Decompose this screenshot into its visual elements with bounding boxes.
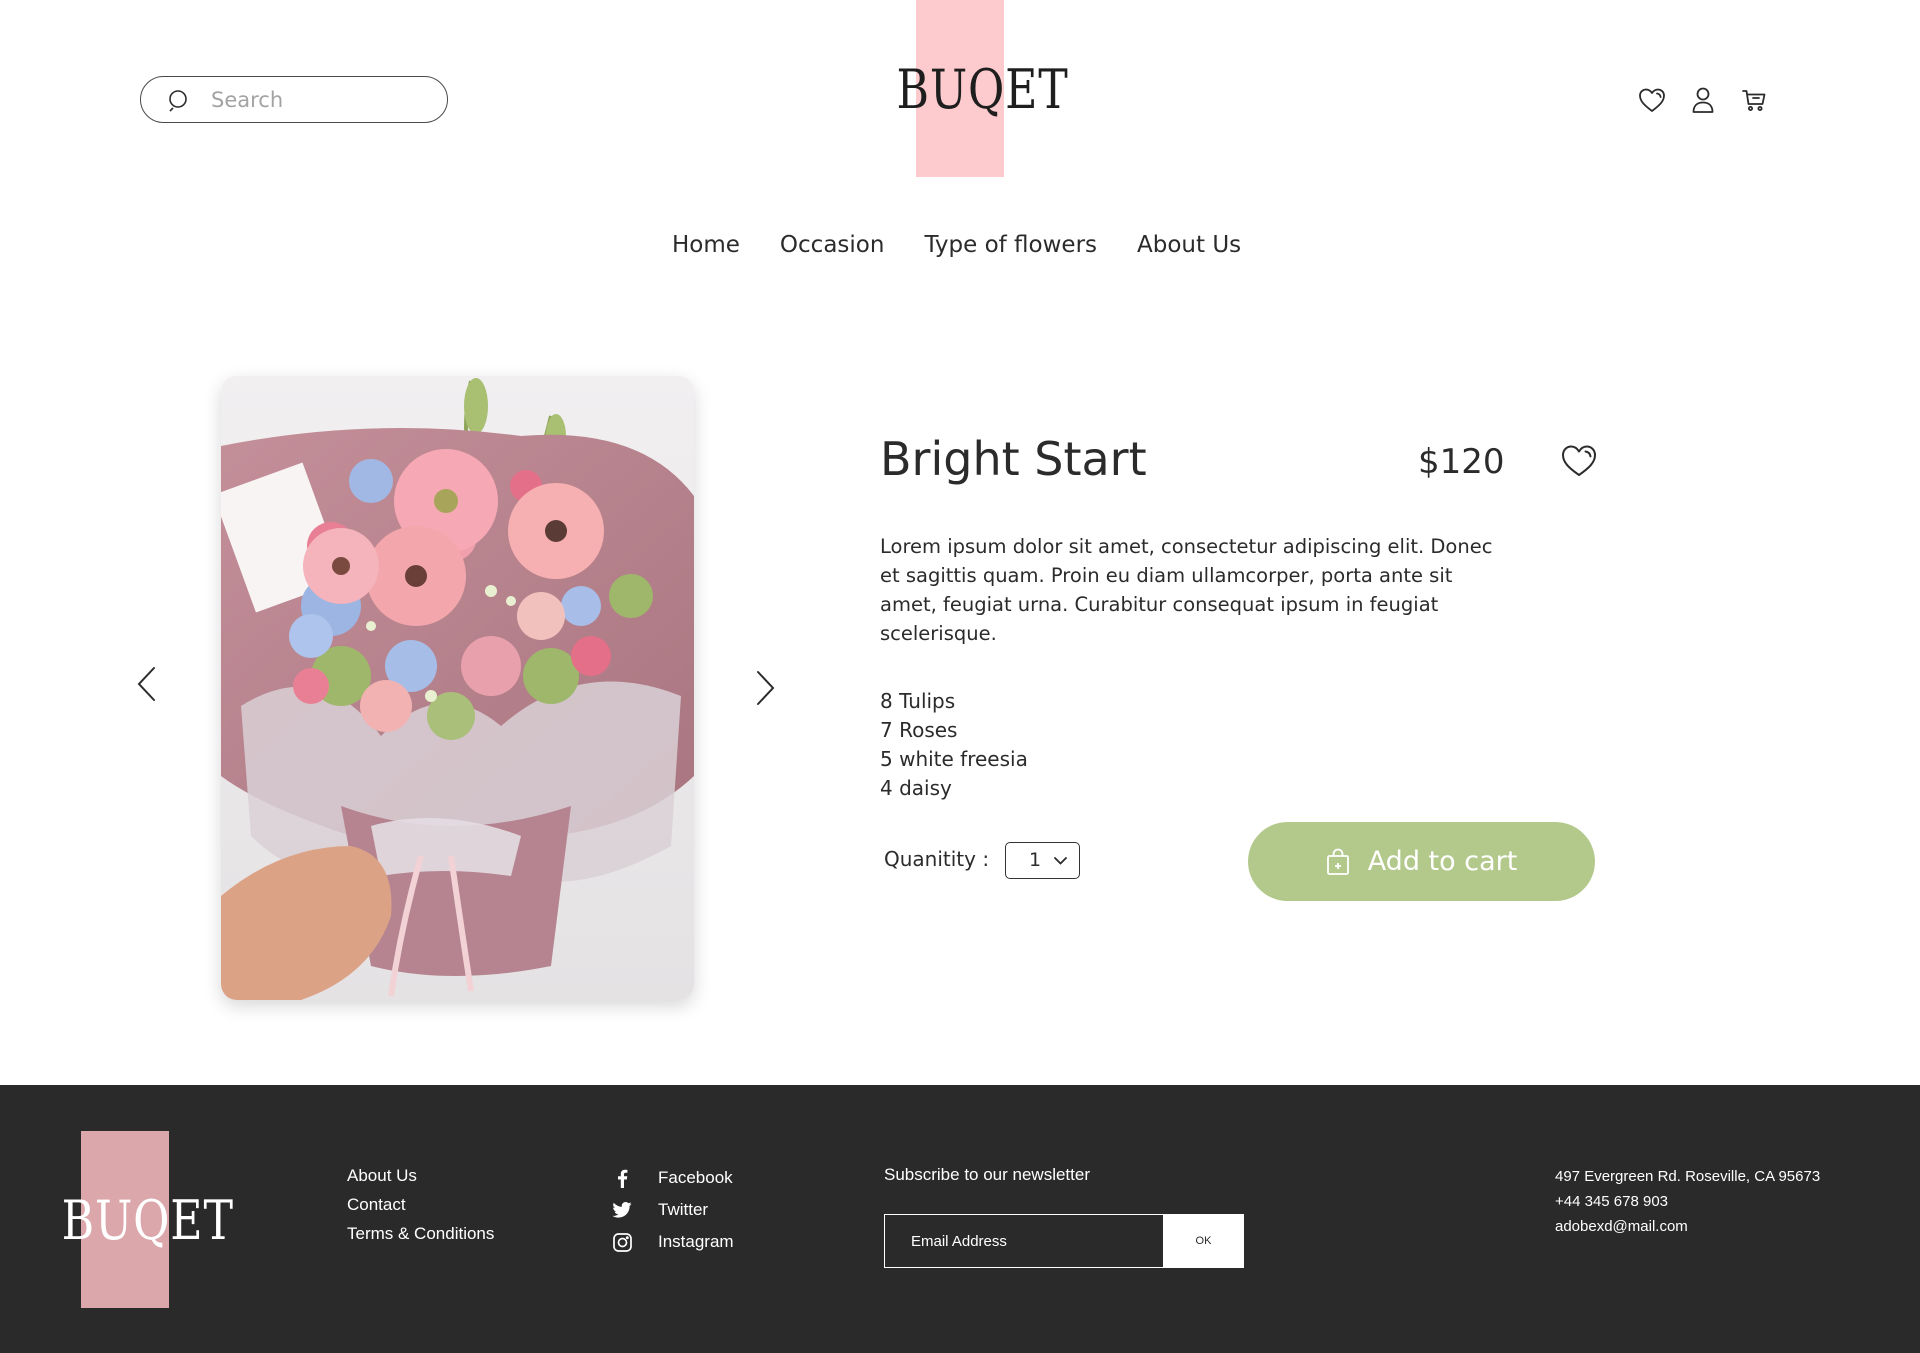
add-to-cart-button[interactable]: Add to cart <box>1248 822 1595 901</box>
brand-logo[interactable]: BUQET <box>883 0 1069 177</box>
social-link-facebook[interactable]: Facebook <box>611 1162 734 1194</box>
list-item: 7 Roses <box>880 718 958 742</box>
account-button[interactable] <box>1687 84 1718 115</box>
newsletter-submit-button[interactable]: OK <box>1163 1214 1244 1268</box>
product-title: Bright Start <box>880 432 1147 486</box>
nav-type-of-flowers[interactable]: Type of flowers <box>924 232 1097 258</box>
newsletter-title: Subscribe to our newsletter <box>884 1165 1090 1184</box>
main-nav: Home Occasion Type of flowers About Us <box>672 232 1281 258</box>
product-contents-list: 8 Tulips 7 Roses 5 white freesia 4 daisy <box>880 687 1028 803</box>
product-description: Lorem ipsum dolor sit amet, consectetur … <box>880 535 1493 645</box>
list-item: 4 daisy <box>880 776 952 800</box>
heart-icon <box>1638 88 1665 112</box>
quantity-select[interactable]: 1 <box>1005 842 1080 879</box>
social-link-instagram[interactable]: Instagram <box>611 1226 734 1258</box>
chevron-down-icon <box>1054 857 1067 865</box>
footer-link-about-us[interactable]: About Us <box>347 1161 494 1190</box>
footer-links: About Us Contact Terms & Conditions <box>347 1161 494 1248</box>
cart-button[interactable] <box>1738 84 1769 115</box>
footer-contact: 497 Evergreen Rd. Roseville, CA 95673 +4… <box>1555 1164 1820 1239</box>
quantity-label: Quanitity : <box>884 847 990 871</box>
footer-brand-logo[interactable]: BUQET <box>48 1131 234 1308</box>
social-label: Instagram <box>658 1232 734 1251</box>
search-box[interactable] <box>140 76 448 123</box>
carousel-next-arrow[interactable] <box>754 670 776 706</box>
facebook-icon <box>617 1169 627 1188</box>
search-input[interactable] <box>211 87 431 112</box>
contact-phone: +44 345 678 903 <box>1555 1193 1669 1210</box>
newsletter-form: OK <box>884 1214 1244 1268</box>
footer-brand-name: BUQET <box>61 1189 234 1252</box>
instagram-icon <box>612 1232 632 1252</box>
nav-occasion[interactable]: Occasion <box>780 232 885 258</box>
product-image <box>221 376 694 1000</box>
contact-address: 497 Evergreen Rd. Roseville, CA 95673 <box>1555 1168 1821 1185</box>
social-link-twitter[interactable]: Twitter <box>611 1194 734 1226</box>
footer-link-contact[interactable]: Contact <box>347 1190 494 1219</box>
user-icon <box>1692 87 1713 113</box>
social-label: Twitter <box>658 1200 709 1219</box>
twitter-icon <box>612 1202 632 1218</box>
product-price: $120 <box>1418 442 1505 482</box>
list-item: 5 white freesia <box>880 747 1028 771</box>
add-to-cart-label: Add to cart <box>1367 846 1518 877</box>
cart-icon <box>1741 89 1765 111</box>
header-icons <box>1636 84 1769 115</box>
footer-link-terms[interactable]: Terms & Conditions <box>347 1219 494 1248</box>
carousel-prev-arrow[interactable] <box>136 666 158 702</box>
contact-email[interactable]: adobexd@mail.com <box>1555 1214 1820 1239</box>
wishlist-button[interactable] <box>1636 84 1667 115</box>
shopping-bag-icon <box>1326 848 1349 875</box>
nav-home[interactable]: Home <box>672 232 740 258</box>
list-item: 8 Tulips <box>880 689 956 713</box>
nav-about-us[interactable]: About Us <box>1137 232 1241 258</box>
email-field[interactable] <box>884 1214 1163 1268</box>
search-icon <box>169 89 187 112</box>
quantity-value: 1 <box>1029 849 1042 871</box>
brand-name: BUQET <box>896 58 1069 121</box>
heart-icon[interactable] <box>1561 444 1597 478</box>
footer-social-links: Facebook Twitter Instagram <box>611 1162 734 1258</box>
social-label: Facebook <box>658 1168 733 1187</box>
